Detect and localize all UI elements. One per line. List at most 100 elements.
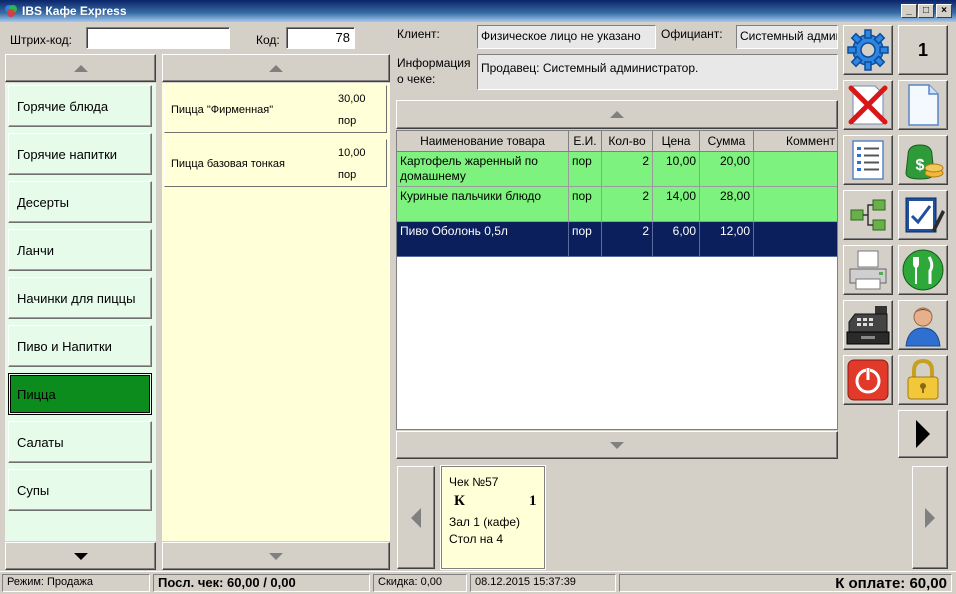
code-input[interactable]: 78 bbox=[286, 27, 355, 49]
cash-register-icon bbox=[846, 306, 890, 345]
power-icon bbox=[847, 359, 889, 401]
settings-icon bbox=[847, 29, 889, 71]
receipt-list-button[interactable] bbox=[843, 135, 893, 185]
cell-name: Куриные пальчики блюдо bbox=[397, 187, 569, 222]
cell-sum: 28,00 bbox=[700, 187, 754, 222]
payment-button[interactable]: $ bbox=[898, 135, 948, 185]
cell-name: Картофель жаренный по домашнему bbox=[397, 152, 569, 187]
check-letter: К bbox=[454, 493, 465, 509]
check-info-field: Продавец: Системный администратор. bbox=[477, 54, 838, 90]
category-item[interactable]: Салаты bbox=[8, 421, 152, 463]
order-scroll-up-button[interactable] bbox=[396, 100, 838, 129]
category-scroll-up-button[interactable] bbox=[5, 54, 156, 82]
window-title: IBS Кафе Express bbox=[22, 4, 127, 18]
edit-button[interactable] bbox=[898, 190, 948, 240]
edit-icon bbox=[905, 197, 945, 233]
checks-next-button[interactable] bbox=[912, 466, 948, 569]
svg-text:$: $ bbox=[916, 157, 925, 174]
category-item-active[interactable]: Пицца bbox=[8, 373, 152, 415]
product-list: Пицца "Фирменная" 30,00 пор Пицца базова… bbox=[162, 83, 390, 541]
last-check-status: Посл. чек: 60,00 / 0,00 bbox=[153, 574, 370, 592]
page-number-button[interactable]: 1 bbox=[898, 25, 948, 75]
category-list: Горячие блюда Горячие напитки Десерты Ла… bbox=[5, 83, 156, 541]
user-button[interactable] bbox=[898, 300, 948, 350]
power-button[interactable] bbox=[843, 355, 893, 405]
order-scroll-down-button[interactable] bbox=[396, 431, 838, 459]
app-logo-icon bbox=[5, 5, 17, 17]
close-button[interactable]: × bbox=[936, 4, 952, 18]
client-field[interactable]: Физическое лицо не указано bbox=[477, 25, 656, 49]
settings-button[interactable] bbox=[843, 25, 893, 75]
waiter-label: Официант: bbox=[661, 27, 723, 41]
new-page-button[interactable] bbox=[898, 80, 948, 130]
checks-prev-button[interactable] bbox=[397, 466, 435, 569]
category-item[interactable]: Горячие напитки bbox=[8, 133, 152, 175]
arrow-left-icon bbox=[411, 507, 421, 528]
minimize-button[interactable]: _ bbox=[901, 4, 917, 18]
cell-unit: пор bbox=[569, 187, 602, 222]
title-bar: IBS Кафе Express _ □ × bbox=[0, 0, 956, 22]
cell-sum: 12,00 bbox=[700, 222, 754, 257]
product-scroll-up-button[interactable] bbox=[162, 54, 390, 82]
discount-status: Скидка: 0,00 bbox=[373, 574, 467, 592]
cell-qty: 2 bbox=[602, 187, 653, 222]
category-scroll-down-button[interactable] bbox=[5, 542, 156, 570]
table-row[interactable]: Куриные пальчики блюдо пор 2 14,00 28,00 bbox=[397, 187, 837, 222]
fork-knife-icon bbox=[902, 249, 944, 291]
cash-register-button[interactable] bbox=[843, 300, 893, 350]
arrow-down-icon bbox=[610, 441, 624, 449]
tree-button[interactable] bbox=[843, 190, 893, 240]
product-scroll-down-button[interactable] bbox=[162, 542, 390, 570]
check-count: 1 bbox=[529, 493, 537, 509]
column-header-sum[interactable]: Сумма bbox=[700, 131, 754, 152]
product-unit: пор bbox=[338, 169, 357, 181]
check-table: Стол на 4 bbox=[449, 532, 504, 546]
category-item[interactable]: Начинки для пиццы bbox=[8, 277, 152, 319]
column-header-qty[interactable]: Кол-во bbox=[602, 131, 653, 152]
category-item[interactable]: Горячие блюда bbox=[8, 85, 152, 127]
check-hall: Зал 1 (кафе) bbox=[449, 515, 520, 529]
dining-button[interactable] bbox=[898, 245, 948, 295]
product-name: Пицца базовая тонкая bbox=[171, 158, 285, 170]
next-button[interactable] bbox=[898, 410, 948, 458]
cell-comment bbox=[754, 187, 837, 222]
cell-unit: пор bbox=[569, 222, 602, 257]
arrow-down-icon bbox=[269, 552, 283, 560]
barcode-label: Штрих-код: bbox=[10, 33, 72, 47]
column-header-comment[interactable]: Коммент bbox=[754, 131, 837, 152]
category-item[interactable]: Десерты bbox=[8, 181, 152, 223]
product-item[interactable]: Пицца "Фирменная" 30,00 пор bbox=[164, 85, 387, 133]
barcode-input[interactable] bbox=[86, 27, 230, 49]
datetime-status: 08.12.2015 15:37:39 bbox=[470, 574, 616, 592]
print-button[interactable] bbox=[843, 245, 893, 295]
cell-comment bbox=[754, 152, 837, 187]
table-row[interactable]: Картофель жаренный по домашнему пор 2 10… bbox=[397, 152, 837, 187]
waiter-field[interactable]: Системный администратор bbox=[736, 25, 838, 49]
arrow-up-icon bbox=[73, 64, 88, 72]
cell-price: 14,00 bbox=[653, 187, 700, 222]
cell-unit: пор bbox=[569, 152, 602, 187]
lock-button[interactable] bbox=[898, 355, 948, 405]
arrow-down-icon bbox=[73, 552, 88, 560]
printer-icon bbox=[849, 250, 887, 290]
category-item[interactable]: Пиво и Напитки bbox=[8, 325, 152, 367]
info-label-line2: о чеке: bbox=[397, 72, 436, 86]
category-item[interactable]: Супы bbox=[8, 469, 152, 511]
product-item[interactable]: Пицца базовая тонкая 10,00 пор bbox=[164, 139, 387, 187]
category-item[interactable]: Ланчи bbox=[8, 229, 152, 271]
column-header-price[interactable]: Цена bbox=[653, 131, 700, 152]
column-header-unit[interactable]: Е.И. bbox=[569, 131, 602, 152]
cell-comment bbox=[754, 222, 837, 257]
check-card[interactable]: Чек №57 К 1 Зал 1 (кафе) Стол на 4 bbox=[441, 466, 545, 569]
column-header-name[interactable]: Наименование товара bbox=[397, 131, 569, 152]
money-icon: $ bbox=[905, 144, 944, 180]
cancel-button[interactable] bbox=[843, 80, 893, 130]
maximize-button[interactable]: □ bbox=[918, 4, 934, 18]
cell-price: 6,00 bbox=[653, 222, 700, 257]
info-label-line1: Информация bbox=[397, 56, 471, 70]
table-row-selected[interactable]: Пиво Оболонь 0,5л пор 2 6,00 12,00 bbox=[397, 222, 837, 257]
cell-sum: 20,00 bbox=[700, 152, 754, 187]
arrow-up-icon bbox=[610, 111, 624, 118]
mode-status: Режим: Продажа bbox=[2, 574, 150, 592]
cell-price: 10,00 bbox=[653, 152, 700, 187]
